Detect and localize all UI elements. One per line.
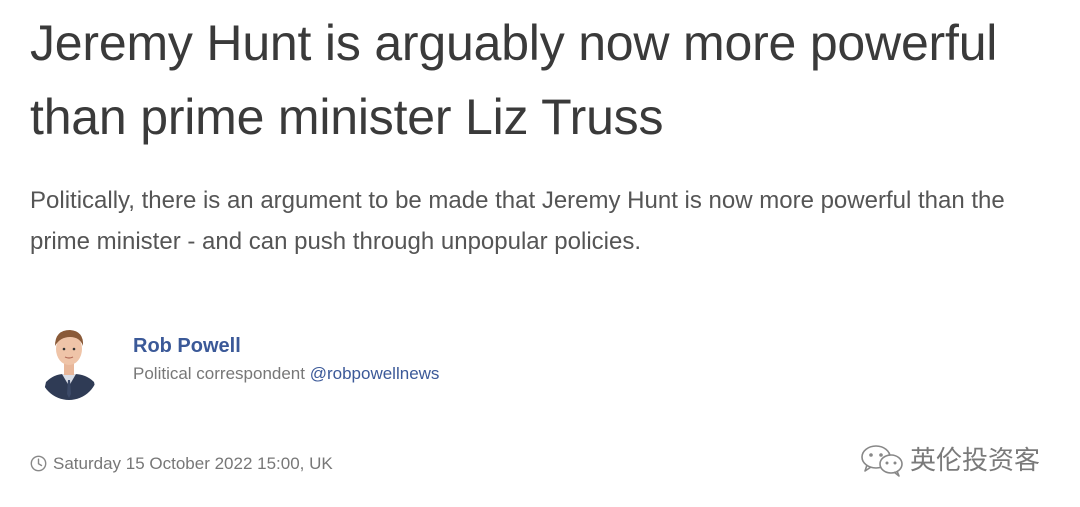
author-name-link[interactable]: Rob Powell [133,335,241,358]
watermark-text: 英伦投资客 [910,446,1041,476]
publish-timestamp: Saturday 15 October 2022 15:00, UK [30,454,333,474]
author-twitter-handle[interactable]: @robpowellnews [310,364,440,383]
author-role: Political correspondent [133,364,305,383]
wechat-icon [861,445,903,477]
wechat-watermark: 英伦投资客 [858,440,1040,478]
article-headline: Jeremy Hunt is arguably now more powerfu… [30,15,998,145]
author-role-line: Political correspondent @robpowellnews [133,364,439,384]
article-standfirst: Politically, there is an argument to be … [30,187,1005,255]
clock-icon [30,455,47,472]
timestamp-text: Saturday 15 October 2022 15:00, UK [53,454,333,473]
author-avatar[interactable] [40,322,98,400]
